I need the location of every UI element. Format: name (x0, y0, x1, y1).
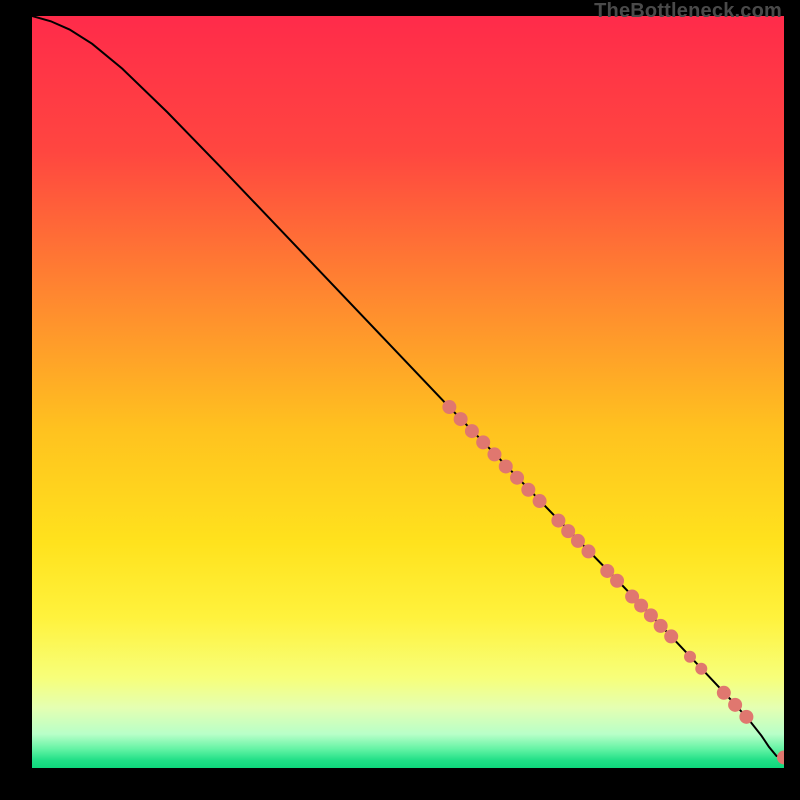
data-point (454, 412, 468, 426)
data-point (717, 686, 731, 700)
data-point (487, 447, 501, 461)
data-point (664, 629, 678, 643)
data-point (465, 424, 479, 438)
data-point (551, 514, 565, 528)
data-point (695, 663, 707, 675)
watermark-text: TheBottleneck.com (594, 0, 782, 23)
data-point (499, 459, 513, 473)
gradient-background (32, 16, 784, 768)
data-point (510, 471, 524, 485)
data-point (739, 710, 753, 724)
data-point (533, 494, 547, 508)
data-point (521, 483, 535, 497)
chart-stage: TheBottleneck.com (0, 0, 800, 800)
data-point (728, 698, 742, 712)
data-point (476, 435, 490, 449)
data-point (610, 574, 624, 588)
data-point (442, 400, 456, 414)
data-point (684, 651, 696, 663)
data-point (644, 608, 658, 622)
data-point (581, 544, 595, 558)
data-point (571, 534, 585, 548)
plot-area (32, 16, 784, 768)
data-point (654, 619, 668, 633)
chart-svg (32, 16, 784, 768)
